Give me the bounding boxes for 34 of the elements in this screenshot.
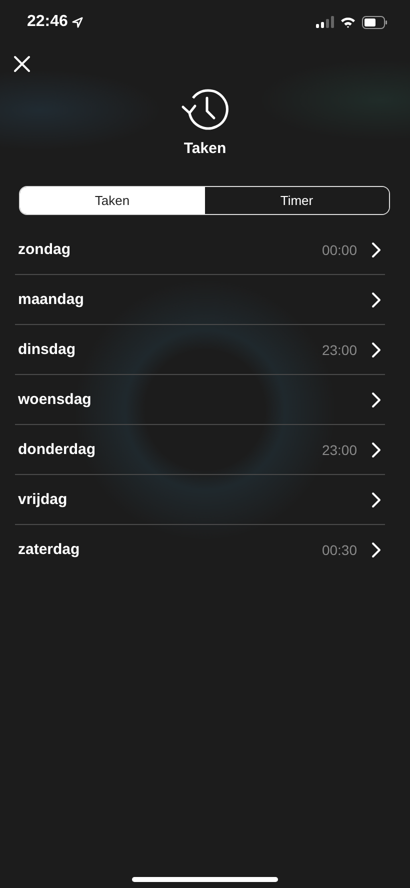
day-name: zaterdag bbox=[18, 541, 81, 558]
day-name: woensdag bbox=[18, 391, 92, 408]
chevron-icon bbox=[371, 492, 381, 508]
day-row[interactable]: woensdag bbox=[15, 375, 385, 425]
chevron-icon bbox=[371, 342, 381, 358]
day-name: vrijdag bbox=[18, 491, 68, 508]
wifi-icon bbox=[340, 16, 356, 28]
day-name: dinsdag bbox=[18, 341, 77, 358]
day-row[interactable]: maandag bbox=[15, 275, 385, 325]
chevron-icon bbox=[371, 442, 381, 458]
day-row[interactable]: donderdag 23:00 bbox=[15, 425, 385, 475]
day-time: 00:30 bbox=[322, 542, 357, 558]
segment-tab[interactable]: Taken bbox=[20, 187, 204, 214]
signal-icon bbox=[316, 16, 334, 28]
day-row[interactable]: zondag 00:00 bbox=[15, 225, 385, 275]
close-button[interactable] bbox=[12, 54, 32, 74]
day-row[interactable]: zaterdag 00:30 bbox=[15, 525, 385, 574]
status-time: 22:46 bbox=[27, 13, 68, 31]
chevron-icon bbox=[371, 392, 381, 408]
battery-icon bbox=[362, 16, 388, 28]
day-name: zondag bbox=[18, 241, 72, 258]
location-arrow-icon bbox=[72, 16, 83, 28]
chevron-icon bbox=[371, 292, 381, 308]
day-time: 00:00 bbox=[322, 242, 357, 258]
page-title: Taken bbox=[184, 140, 226, 157]
day-row[interactable]: dinsdag 23:00 bbox=[15, 325, 385, 375]
day-name: donderdag bbox=[18, 441, 96, 458]
chevron-icon bbox=[371, 242, 381, 258]
history-clock-icon bbox=[180, 86, 230, 132]
day-row[interactable]: vrijdag bbox=[15, 475, 385, 525]
day-name: maandag bbox=[18, 291, 85, 308]
day-time: 23:00 bbox=[322, 342, 357, 358]
day-time: 23:00 bbox=[322, 442, 357, 458]
chevron-icon bbox=[371, 542, 381, 558]
